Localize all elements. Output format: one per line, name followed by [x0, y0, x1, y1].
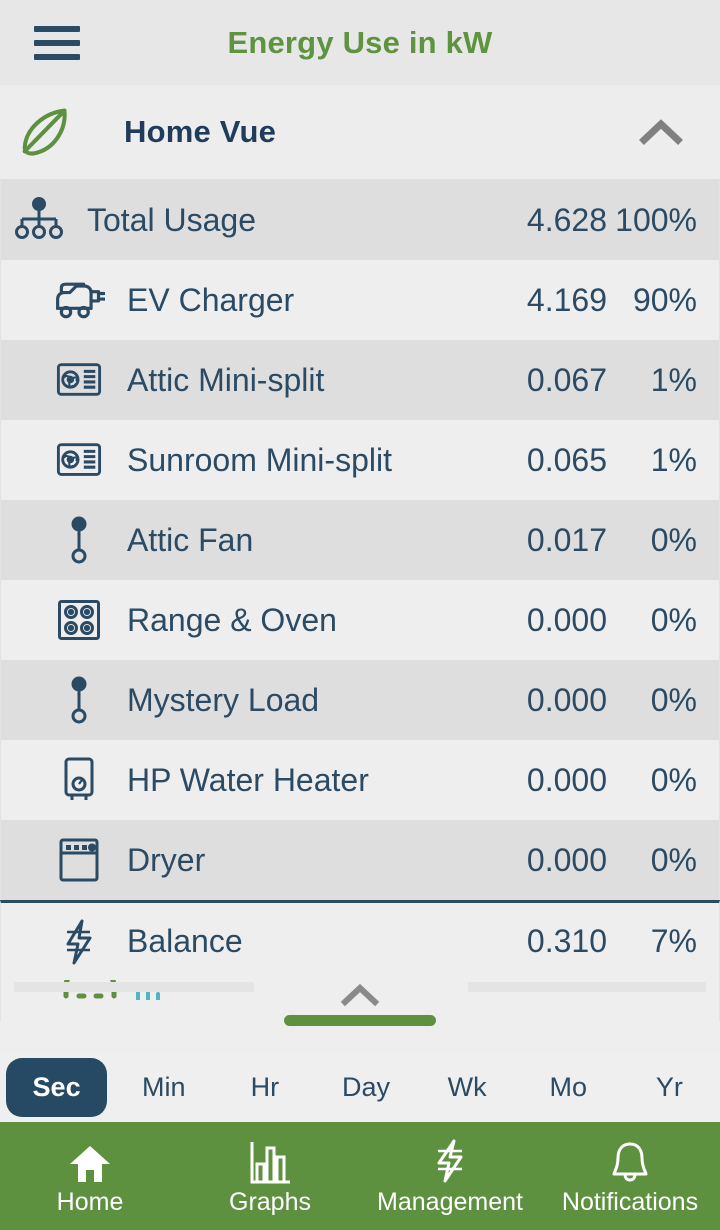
- nav-label: Notifications: [561, 1187, 699, 1216]
- ev-charger-icon: [49, 278, 109, 322]
- row-value: 4.628: [526, 201, 607, 238]
- table-row[interactable]: Dryer 0.000 0%: [0, 820, 720, 900]
- row-value: 0.067: [526, 361, 607, 398]
- row-label: Balance: [127, 923, 243, 959]
- circuit-pin-icon: [49, 676, 109, 724]
- row-label: Range & Oven: [127, 601, 337, 638]
- network-tree-icon: [9, 197, 69, 243]
- nav-label: Management: [377, 1187, 523, 1216]
- table-row[interactable]: Total Usage 4.628 100%: [0, 180, 720, 260]
- chevron-up-icon[interactable]: [638, 117, 684, 147]
- period-option-sec[interactable]: Sec: [6, 1057, 108, 1117]
- period-option-yr[interactable]: Yr: [619, 1072, 720, 1103]
- row-value: 0.000: [526, 841, 607, 878]
- period-option-hr[interactable]: Hr: [214, 1072, 315, 1103]
- row-percent: 0%: [650, 761, 697, 798]
- row-percent: 7%: [650, 923, 697, 959]
- device-name: Home Vue: [124, 114, 277, 149]
- row-label: Mystery Load: [127, 681, 320, 718]
- period-option-mo[interactable]: Mo: [518, 1072, 619, 1103]
- table-row[interactable]: Attic Mini-split 0.067 1%: [0, 340, 720, 420]
- water-heater-icon: [49, 756, 109, 804]
- circuit-list: Total Usage 4.628 100% EV Charger 4.169 …: [0, 180, 720, 1040]
- device-header[interactable]: Home Vue: [0, 85, 720, 180]
- row-label: Attic Fan: [127, 521, 254, 558]
- chevron-up-icon: [340, 983, 380, 1007]
- table-row[interactable]: EV Charger 4.169 90%: [0, 260, 720, 340]
- pull-up-chevron[interactable]: [0, 982, 720, 1008]
- row-percent: 0%: [650, 521, 697, 558]
- row-percent: 0%: [650, 601, 697, 638]
- row-value: 0.065: [526, 441, 607, 478]
- row-percent: 0%: [650, 841, 697, 878]
- leaf-icon: [12, 101, 82, 163]
- bottom-nav: Home Graphs Management Notifications: [0, 1122, 720, 1230]
- row-percent: 1%: [650, 361, 697, 398]
- period-option-day[interactable]: Day: [315, 1072, 416, 1103]
- row-label: HP Water Heater: [127, 761, 369, 798]
- period-option-min[interactable]: Min: [113, 1072, 214, 1103]
- nav-label: Home: [56, 1187, 124, 1216]
- row-value: 0.000: [526, 761, 607, 798]
- dryer-icon: [49, 837, 109, 883]
- table-row[interactable]: HP Water Heater 0.000 0%: [0, 740, 720, 820]
- home-icon: [68, 1136, 112, 1184]
- lightning-bolt-icon: [433, 1136, 467, 1184]
- lightning-bolt-icon: [49, 918, 109, 966]
- row-label: Total Usage: [87, 201, 256, 238]
- page-title: Energy Use in kW: [227, 24, 493, 60]
- row-value: 4.169: [526, 281, 607, 318]
- circuit-pin-icon: [49, 516, 109, 564]
- nav-label: Graphs: [229, 1187, 311, 1216]
- row-value: 0.017: [526, 521, 607, 558]
- period-selector: Sec Min Hr Day Wk Mo Yr: [0, 1053, 720, 1121]
- drag-handle[interactable]: [284, 1015, 436, 1026]
- bell-icon: [609, 1136, 651, 1184]
- row-value: 0.000: [526, 681, 607, 718]
- top-app-bar: Energy Use in kW: [0, 0, 720, 85]
- row-percent: 90%: [632, 281, 697, 318]
- row-label: Sunroom Mini-split: [127, 441, 392, 478]
- table-row[interactable]: Sunroom Mini-split 0.065 1%: [0, 420, 720, 500]
- row-value: 0.000: [526, 601, 607, 638]
- balance-row[interactable]: Balance 0.310 7%: [0, 900, 720, 980]
- row-label: Dryer: [127, 841, 206, 878]
- mini-split-icon: [49, 361, 109, 399]
- range-oven-icon: [49, 599, 109, 641]
- table-row[interactable]: Mystery Load 0.000 0%: [0, 660, 720, 740]
- row-percent: 1%: [650, 441, 697, 478]
- app-root: Energy Use in kW Home Vue Total Usage 4.…: [0, 0, 720, 1230]
- bar-chart-icon: [248, 1136, 292, 1184]
- row-label: EV Charger: [127, 281, 295, 318]
- nav-item-home[interactable]: Home: [0, 1136, 180, 1217]
- nav-item-graphs[interactable]: Graphs: [180, 1136, 360, 1217]
- row-label: Attic Mini-split: [127, 361, 325, 398]
- row-percent: 100%: [615, 201, 697, 238]
- nav-item-notifications[interactable]: Notifications: [540, 1136, 720, 1217]
- mini-split-icon: [49, 441, 109, 479]
- row-percent: 0%: [650, 681, 697, 718]
- table-row[interactable]: Range & Oven 0.000 0%: [0, 580, 720, 660]
- row-value: 0.310: [526, 923, 607, 959]
- period-option-wk[interactable]: Wk: [417, 1072, 518, 1103]
- table-row[interactable]: Attic Fan 0.017 0%: [0, 500, 720, 580]
- nav-item-management[interactable]: Management: [360, 1136, 540, 1217]
